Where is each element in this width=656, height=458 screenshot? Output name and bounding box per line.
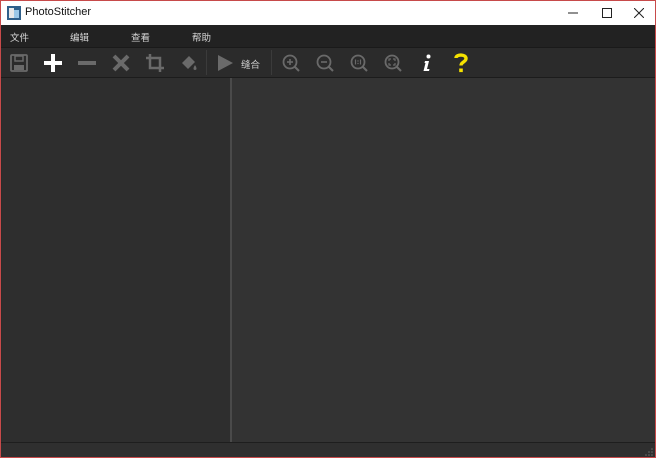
preview-canvas[interactable]: [232, 78, 655, 442]
remove-icon: [78, 61, 96, 65]
window-title: PhotoStitcher: [25, 6, 92, 18]
info-button[interactable]: [415, 51, 439, 75]
menu-edit[interactable]: 编辑: [70, 30, 89, 44]
zoom-actual-icon: [350, 54, 368, 72]
fill-button[interactable]: [177, 51, 201, 75]
zoom-fit-button[interactable]: [381, 51, 405, 75]
stitch-play-button[interactable]: [213, 51, 237, 75]
zoom-out-button[interactable]: [313, 51, 337, 75]
delete-button[interactable]: [109, 51, 133, 75]
app-window: PhotoStitcher 文件 编辑 查看 帮助 缝合: [0, 0, 656, 458]
fill-icon: [182, 56, 197, 70]
delete-icon: [112, 54, 130, 72]
remove-button[interactable]: [75, 51, 99, 75]
save-icon: [10, 54, 28, 72]
toolbar-separator: [271, 50, 272, 75]
minimize-icon: [568, 12, 578, 14]
play-icon: [218, 55, 233, 71]
status-bar: [1, 442, 655, 457]
zoom-in-icon: [282, 54, 300, 72]
zoom-actual-button[interactable]: [347, 51, 371, 75]
zoom-fit-icon: [384, 54, 402, 72]
save-button[interactable]: [7, 51, 31, 75]
crop-button[interactable]: [143, 51, 167, 75]
close-button[interactable]: [621, 1, 655, 25]
app-logo-icon: [7, 6, 21, 20]
toolbar: 缝合: [1, 48, 655, 78]
add-icon: [44, 54, 62, 72]
help-button[interactable]: [449, 51, 473, 75]
minimize-button[interactable]: [555, 1, 591, 25]
toolbar-separator: [206, 50, 207, 75]
menu-bar: 文件 编辑 查看 帮助: [1, 25, 655, 48]
maximize-icon: [602, 8, 612, 18]
image-list-panel[interactable]: [2, 78, 230, 442]
resize-grip-icon[interactable]: [645, 448, 653, 456]
stitch-label[interactable]: 缝合: [241, 57, 260, 71]
info-icon: [423, 54, 431, 71]
add-button[interactable]: [41, 51, 65, 75]
menu-file[interactable]: 文件: [10, 30, 29, 44]
zoom-out-icon: [316, 54, 334, 72]
crop-icon: [146, 54, 164, 72]
menu-help[interactable]: 帮助: [192, 30, 211, 44]
close-icon: [634, 8, 644, 18]
menu-view[interactable]: 查看: [131, 30, 150, 44]
help-icon: [454, 53, 468, 73]
maximize-button[interactable]: [589, 1, 625, 25]
zoom-in-button[interactable]: [279, 51, 303, 75]
title-bar: PhotoStitcher: [1, 1, 655, 25]
